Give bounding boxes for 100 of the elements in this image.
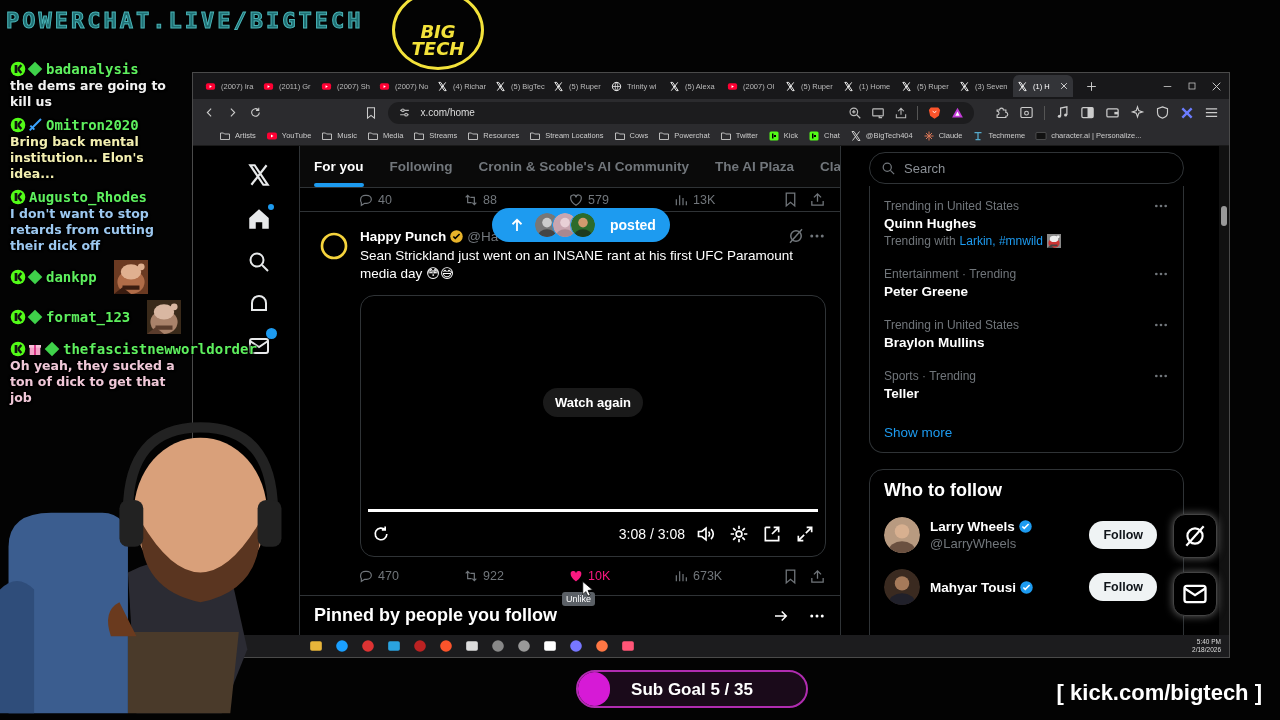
share-icon[interactable] (894, 105, 909, 120)
stat-button[interactable]: 922 (463, 568, 568, 584)
stat-button[interactable]: 470 (358, 568, 463, 584)
repost-icon (463, 568, 479, 584)
follow-button[interactable]: Follow (1089, 521, 1157, 549)
fullscreen-icon[interactable] (795, 524, 815, 544)
grok-button[interactable] (1173, 514, 1217, 558)
search-icon[interactable] (247, 250, 271, 274)
share-icon[interactable] (809, 191, 826, 208)
messages-button[interactable] (1173, 572, 1217, 616)
chat-username: dankpp (46, 268, 97, 286)
folder-icon (467, 129, 480, 142)
close-icon[interactable] (1059, 81, 1069, 91)
author-name[interactable]: Happy Punch (360, 228, 447, 244)
app-icon[interactable] (387, 639, 401, 653)
grok-icon[interactable] (787, 227, 805, 245)
kick-badge-icon (10, 309, 26, 325)
app-icon[interactable] (465, 639, 479, 653)
views-icon (673, 568, 689, 584)
tab-search-icon[interactable] (1019, 105, 1035, 120)
kick-logo-icon (767, 129, 780, 142)
site-settings-icon[interactable] (398, 106, 412, 119)
post-text: Sean Strickland just went on an INSANE rant at his first UFC Paramount media day 😳😅 (360, 247, 794, 283)
trend-item[interactable]: Trending in United States Braylon Mullins (870, 309, 1183, 360)
stat-button[interactable]: 88 (463, 191, 568, 208)
address-bar[interactable]: x.com/home (388, 101, 975, 124)
menu-icon[interactable] (1204, 105, 1219, 120)
kick-badge-icon (10, 341, 26, 357)
x-logo-icon[interactable] (246, 162, 272, 188)
app-icon[interactable] (543, 639, 557, 653)
kick-logo-icon (808, 129, 820, 142)
wallet-icon[interactable] (1105, 105, 1120, 120)
trend-name: Quinn Hughes (884, 216, 978, 231)
share-icon[interactable] (809, 567, 826, 585)
speaker-icon[interactable] (696, 524, 716, 544)
stat-button[interactable]: 10K (568, 568, 673, 584)
pip-icon[interactable] (762, 524, 782, 544)
user-name[interactable]: Mahyar Tousi (930, 579, 1017, 595)
new-tab-icon[interactable] (1085, 79, 1098, 93)
diamond-badge-icon (27, 61, 43, 77)
avatar-icon (570, 212, 596, 238)
app-icon[interactable] (517, 639, 531, 653)
section-heading: Pinned by people you follow (314, 605, 558, 626)
sidebar-icon[interactable] (1080, 105, 1095, 120)
settings-icon[interactable] (729, 524, 749, 544)
diamond-badge-icon (27, 309, 43, 325)
trend-name: Braylon Mullins (884, 335, 986, 350)
replay-icon[interactable] (371, 524, 391, 544)
tooltip: Unlike (562, 592, 595, 606)
stat-button[interactable]: 673K (673, 568, 778, 584)
zoom-icon[interactable] (848, 105, 863, 120)
reload-icon[interactable] (249, 106, 262, 119)
app-icon[interactable] (335, 639, 349, 653)
card-title: Who to follow (884, 480, 1003, 501)
music-icon[interactable] (1055, 105, 1070, 120)
chat-username: Omitron2020 (46, 116, 139, 134)
shield-icon[interactable] (1155, 105, 1170, 120)
maximize-icon[interactable] (1186, 80, 1198, 92)
chat-username: format_123 (46, 308, 131, 326)
watch-again-button[interactable]: Watch again (542, 388, 644, 417)
avatar-icon[interactable] (318, 230, 350, 262)
feed-tab[interactable]: For you (314, 146, 364, 187)
stat-button[interactable]: 579 (568, 191, 673, 208)
trend-item[interactable]: Trending in United States Quinn Hughes Trending with Larkin, #mnwild (870, 190, 1183, 258)
diamond-badge-icon (44, 341, 60, 357)
user-name[interactable]: Larry Wheels (930, 519, 1015, 534)
search-field[interactable]: Search (869, 152, 1184, 184)
notification-dot (266, 328, 277, 339)
extension-icon[interactable] (1180, 105, 1194, 120)
youtube-icon (205, 80, 216, 92)
folder-icon (219, 129, 231, 142)
kick-badge-icon (10, 189, 26, 205)
app-icon[interactable] (595, 639, 609, 653)
extensions-icon[interactable] (994, 105, 1010, 120)
chat-username: badanalysis (46, 60, 139, 78)
trend-link[interactable]: Larkin, #mnwild (959, 234, 1043, 248)
youtube-icon (379, 80, 390, 92)
x-logo-icon (849, 129, 862, 142)
trend-item[interactable]: Sports · Trending Teller (870, 360, 1183, 411)
lion-shield-icon[interactable] (927, 105, 943, 120)
folder-icon (413, 129, 426, 142)
trend-item[interactable]: Entertainment · Trending Peter Greene (870, 258, 1183, 309)
trend-context: Trending in United States (884, 199, 1019, 213)
x-logo-icon (843, 80, 854, 92)
chat-message: Oh yeah, they sucked a ton of dick to get that job (10, 358, 176, 406)
trend-name: Peter Greene (884, 284, 970, 299)
follow-button[interactable]: Follow (1089, 573, 1157, 601)
show-more-link[interactable]: Show more (870, 411, 1183, 440)
folder-icon (658, 129, 671, 142)
sparkle-icon[interactable] (1130, 105, 1145, 120)
stat-button[interactable]: 40 (358, 191, 463, 208)
feed-tab[interactable]: Cronin & Scoble's AI Community (478, 146, 689, 187)
cast-icon[interactable] (871, 105, 886, 120)
app-icon[interactable] (309, 639, 323, 653)
reply-icon (358, 568, 374, 584)
feed-tab[interactable]: Following (389, 146, 453, 187)
triangle-icon[interactable] (951, 106, 965, 119)
stat-button[interactable]: 13K (673, 191, 778, 208)
feed-tab[interactable]: The AI Plaza (715, 146, 794, 187)
user-handle: @LarryWheels (930, 536, 1018, 551)
